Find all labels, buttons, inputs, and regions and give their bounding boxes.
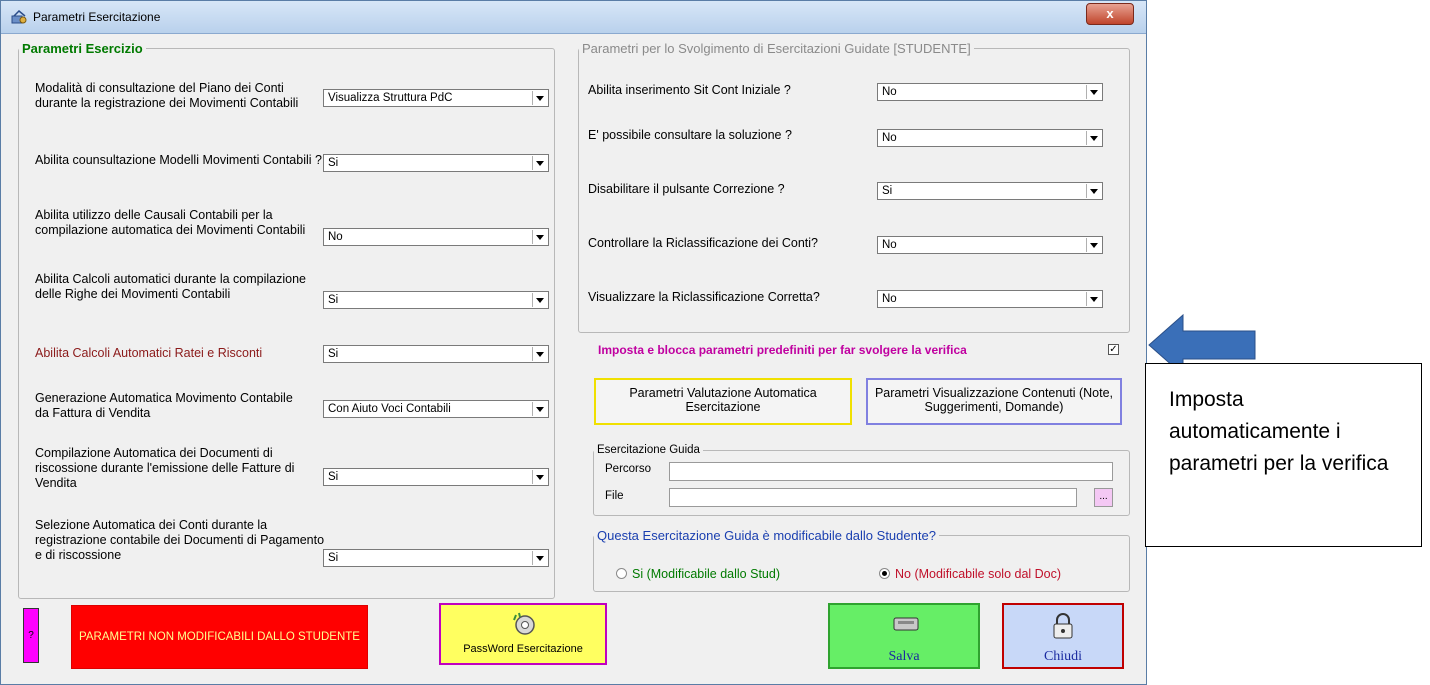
label-consultare-soluzione: E' possibile consultare la soluzione ? — [588, 128, 792, 142]
combo-documenti-riscossione-value: Si — [328, 471, 339, 483]
combo-consultare-soluzione[interactable]: No — [877, 129, 1103, 147]
esercitazioni-guidate-legend: Parametri per lo Svolgimento di Esercita… — [582, 41, 971, 56]
radio-no-label: No (Modificabile solo dal Doc) — [895, 567, 1062, 581]
password-esercitazione-button[interactable]: PassWord Esercitazione — [439, 603, 607, 665]
combo-sit-cont-iniziale-value: No — [882, 86, 897, 98]
title-bar: Parametri Esercitazione x — [1, 1, 1146, 34]
combo-consultazione-pdc[interactable]: Visualizza Struttura PdC — [323, 89, 549, 107]
combo-calcoli-automatici[interactable]: Si — [323, 291, 549, 309]
combo-calcoli-automatici-value: Si — [328, 294, 339, 306]
combo-riclassificazione-conti-value: No — [882, 239, 897, 251]
parametri-non-modificabili-banner: PARAMETRI NON MODIFICABILI DALLO STUDENT… — [71, 605, 368, 669]
combo-riclassificazione-conti[interactable]: No — [877, 236, 1103, 254]
parametri-esercizio-group: Parametri Esercizio — [18, 41, 555, 599]
combo-fattura-vendita-value: Con Aiuto Voci Contabili — [328, 403, 451, 415]
salva-label: Salva — [888, 649, 920, 664]
label-selezione-conti: Selezione Automatica dei Conti durante l… — [35, 518, 325, 562]
parametri-esercitazione-window: Parametri Esercitazione x Parametri Eser… — [0, 0, 1147, 685]
radio-modificabile-si[interactable]: Si (Modificabile dallo Stud) — [616, 567, 780, 582]
esercitazione-guida-legend: Esercitazione Guida — [597, 444, 700, 456]
combo-pulsante-correzione[interactable]: Si — [877, 182, 1103, 200]
parametri-esercizio-legend: Parametri Esercizio — [22, 41, 143, 56]
label-riclassificazione-corretta: Visualizzare la Riclassificazione Corret… — [588, 290, 820, 304]
combo-riclassificazione-corretta-value: No — [882, 293, 897, 305]
chevron-down-icon[interactable] — [532, 551, 547, 565]
chiudi-label: Chiudi — [1043, 649, 1083, 664]
chevron-down-icon[interactable] — [532, 347, 547, 361]
radio-si-label: Si (Modificabile dallo Stud) — [632, 567, 780, 581]
label-preset-verifica: Imposta e blocca parametri predefiniti p… — [598, 343, 967, 357]
combo-ratei-risconti[interactable]: Si — [323, 345, 549, 363]
label-causali-contabili: Abilita utilizzo delle Causali Contabili… — [35, 208, 306, 237]
chevron-down-icon[interactable] — [1086, 131, 1101, 145]
modificabile-legend: Questa Esercitazione Guida è modificabil… — [597, 528, 936, 543]
label-consultazione-pdc: Modalità di consultazione del Piano dei … — [35, 81, 299, 110]
combo-modelli-movimenti-value: Si — [328, 157, 339, 169]
chevron-down-icon[interactable] — [532, 91, 547, 105]
label-riclassificazione-conti: Controllare la Riclassificazione dei Con… — [588, 236, 818, 250]
preset-verifica-checkbox[interactable]: ✓ — [1108, 344, 1119, 355]
label-percorso: Percorso — [605, 463, 652, 475]
chevron-down-icon[interactable] — [532, 293, 547, 307]
close-window-button[interactable]: x — [1086, 3, 1134, 25]
label-modelli-movimenti: Abilita counsultazione Modelli Movimenti… — [35, 153, 322, 167]
parametri-visualizzazione-button[interactable]: Parametri Visualizzazione Contenuti (Not… — [866, 378, 1122, 425]
combo-pulsante-correzione-value: Si — [882, 185, 893, 197]
chevron-down-icon[interactable] — [532, 470, 547, 484]
help-button[interactable]: ? — [23, 608, 39, 663]
radio-no-icon[interactable] — [879, 568, 890, 579]
chevron-down-icon[interactable] — [1086, 184, 1101, 198]
combo-selezione-conti[interactable]: Si — [323, 549, 549, 567]
combo-selezione-conti-value: Si — [328, 552, 339, 564]
label-sit-cont-iniziale: Abilita inserimento Sit Cont Iniziale ? — [588, 83, 791, 97]
combo-consultare-soluzione-value: No — [882, 132, 897, 144]
modificabile-group: Questa Esercitazione Guida è modificabil… — [593, 528, 1130, 592]
parametri-valutazione-button[interactable]: Parametri Valutazione Automatica Esercit… — [594, 378, 852, 425]
chevron-down-icon[interactable] — [532, 402, 547, 416]
combo-modelli-movimenti[interactable]: Si — [323, 154, 549, 172]
chevron-down-icon[interactable] — [1086, 85, 1101, 99]
save-drive-icon — [893, 617, 919, 631]
label-fattura-vendita: Generazione Automatica Movimento Contabi… — [35, 391, 293, 420]
combo-documenti-riscossione[interactable]: Si — [323, 468, 549, 486]
app-icon — [11, 10, 27, 24]
radio-modificabile-no[interactable]: No (Modificabile solo dal Doc) — [879, 567, 1061, 582]
label-ratei-risconti: Abilita Calcoli Automatici Ratei e Risco… — [35, 346, 263, 360]
chevron-down-icon[interactable] — [532, 156, 547, 170]
label-calcoli-automatici: Abilita Calcoli automatici durante la co… — [35, 272, 306, 301]
label-file: File — [605, 490, 624, 502]
percorso-input[interactable] — [669, 462, 1113, 481]
callout-note: Imposta automaticamente i parametri per … — [1145, 363, 1422, 547]
content-area: Parametri Esercizio Modalità di consulta… — [13, 41, 1138, 674]
chevron-down-icon[interactable] — [532, 230, 547, 244]
chevron-down-icon[interactable] — [1086, 292, 1101, 306]
window-title: Parametri Esercitazione — [33, 10, 161, 24]
combo-riclassificazione-corretta[interactable]: No — [877, 290, 1103, 308]
key-disk-icon — [513, 612, 535, 635]
browse-file-button[interactable]: ... — [1094, 488, 1113, 507]
file-input[interactable] — [669, 488, 1077, 507]
chiudi-button[interactable]: Chiudi — [1002, 603, 1124, 669]
radio-si-icon[interactable] — [616, 568, 627, 579]
label-documenti-riscossione: Compilazione Automatica dei Documenti di… — [35, 446, 295, 490]
chevron-down-icon[interactable] — [1086, 238, 1101, 252]
label-pulsante-correzione: Disabilitare il pulsante Correzione ? — [588, 182, 785, 196]
combo-fattura-vendita[interactable]: Con Aiuto Voci Contabili — [323, 400, 549, 418]
combo-causali-contabili[interactable]: No — [323, 228, 549, 246]
combo-ratei-risconti-value: Si — [328, 348, 339, 360]
combo-sit-cont-iniziale[interactable]: No — [877, 83, 1103, 101]
padlock-icon — [1053, 613, 1073, 639]
combo-causali-contabili-value: No — [328, 231, 343, 243]
password-button-label: PassWord Esercitazione — [463, 643, 583, 655]
salva-button[interactable]: Salva — [828, 603, 980, 669]
combo-consultazione-pdc-value: Visualizza Struttura PdC — [328, 92, 453, 104]
